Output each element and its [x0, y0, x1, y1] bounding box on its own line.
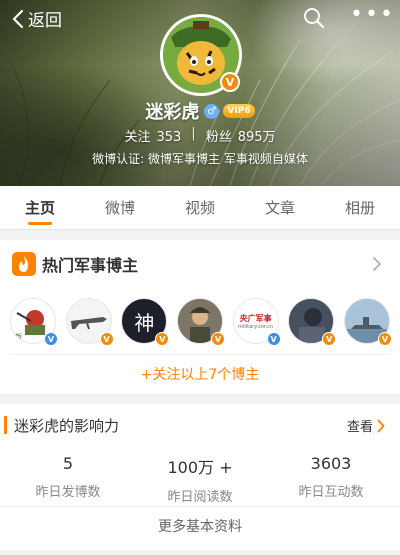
chevron-right-icon [377, 419, 385, 432]
blogger-avatar[interactable]: V [343, 298, 392, 346]
chevron-right-icon[interactable] [372, 256, 382, 272]
blogger-avatar[interactable]: V [288, 298, 337, 346]
chevron-left-icon [12, 9, 24, 28]
tab-articles[interactable]: 文章 [240, 186, 320, 229]
profile-tabs: 主页 微博 视频 文章 相册 [0, 186, 400, 230]
back-button[interactable]: 返回 [12, 6, 62, 31]
divider [12, 354, 388, 355]
tab-home[interactable]: 主页 [0, 186, 80, 229]
divider [0, 506, 400, 507]
metric-posts: 5 昨日发博数 [35, 454, 101, 500]
influence-card: 迷彩虎的影响力 查看 5 昨日发博数 100万 + 昨日阅读数 3603 昨日互… [0, 404, 400, 550]
profile-name: 迷彩虎 [145, 102, 200, 123]
blogger-avatar[interactable]: V [65, 298, 114, 346]
verification-text: 微博认证: 微博军事博主 军事视频自媒体 [92, 152, 308, 166]
profile-header: 返回 ••• V 迷彩虎 ♂ VIP6 关注 353 | 粉丝 895万 微博认… [0, 0, 400, 186]
blogger-avatar[interactable]: 新 V [10, 298, 58, 346]
influence-title: 迷彩虎的影响力 [14, 417, 120, 435]
metric-interactions: 3603 昨日互动数 [298, 454, 364, 500]
verified-badge: V [266, 332, 281, 346]
verified-badge: V [322, 332, 337, 346]
followers-stat[interactable]: 粉丝 895万 [206, 126, 276, 145]
verified-badge: V [210, 332, 225, 346]
verified-badge: V [377, 332, 392, 346]
following-stat[interactable]: 关注 353 [124, 126, 181, 145]
verified-badge: V [220, 72, 240, 92]
vip-badge[interactable]: VIP6 [223, 104, 255, 118]
fire-icon [12, 252, 36, 276]
more-info-link[interactable]: 更多基本资料 [0, 516, 400, 536]
hot-bloggers-title: 热门军事博主 [42, 256, 139, 275]
blogger-avatar[interactable]: V [176, 298, 225, 346]
blogger-avatar-list: 新 V V 神 V V 央广军事 military.cnr.cn V V V [10, 298, 392, 346]
tab-video[interactable]: 视频 [160, 186, 240, 229]
svg-text:新: 新 [15, 332, 22, 341]
male-icon: ♂ [204, 103, 220, 119]
follow-all-button[interactable]: +关注以上7个博主 [0, 354, 400, 384]
verified-badge: V [44, 332, 58, 346]
tab-album[interactable]: 相册 [320, 186, 400, 229]
blogger-avatar[interactable]: 央广军事 military.cnr.cn V [232, 298, 281, 346]
hot-bloggers-header[interactable]: 热门军事博主 [12, 252, 138, 276]
tab-weibo[interactable]: 微博 [80, 186, 160, 229]
back-label: 返回 [28, 11, 62, 31]
verified-badge: V [99, 332, 114, 346]
section-accent-bar [4, 416, 7, 434]
search-icon[interactable] [302, 6, 326, 30]
verified-badge: V [155, 332, 170, 346]
hot-bloggers-card: 热门军事博主 新 V V 神 V V 央广军事 military.cnr.cn … [0, 240, 400, 394]
metric-reads: 100万 + 昨日阅读数 [167, 458, 233, 505]
blogger-avatar[interactable]: 神 V [121, 298, 170, 346]
more-icon[interactable]: ••• [350, 4, 395, 26]
influence-view-link[interactable]: 查看 [347, 416, 385, 435]
stat-divider: | [191, 126, 196, 141]
